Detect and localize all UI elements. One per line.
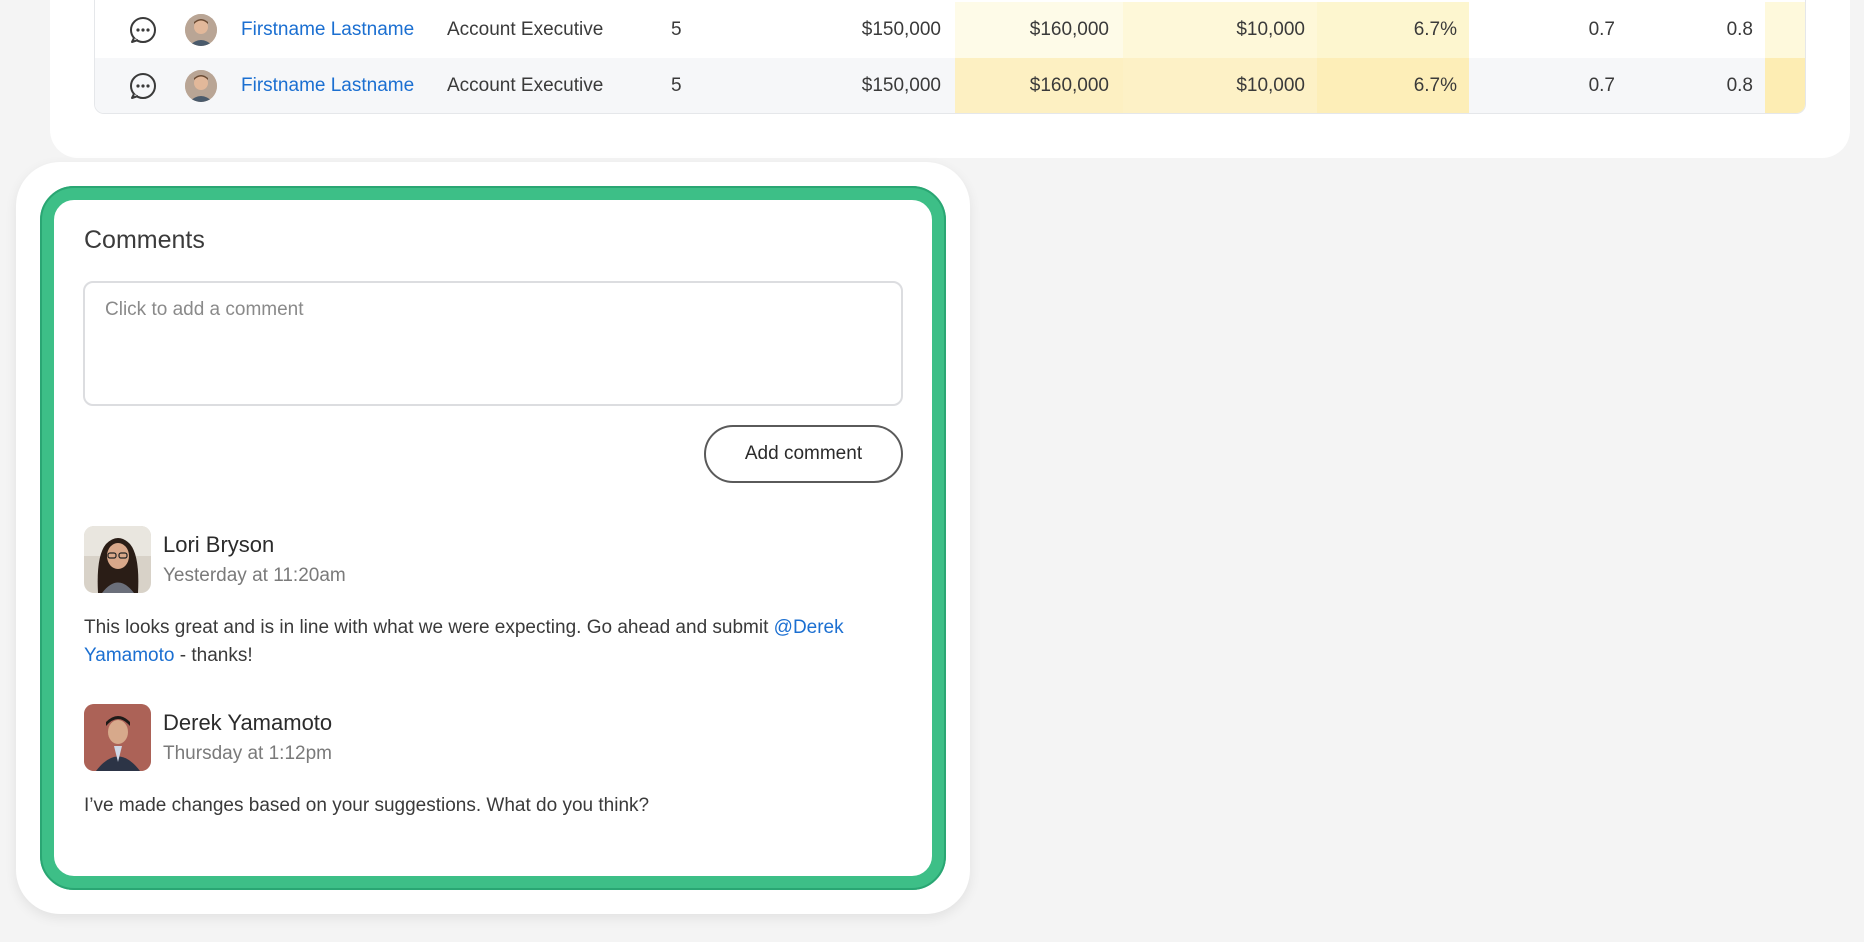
percent-change: 6.7% xyxy=(1413,75,1457,96)
level: 5 xyxy=(671,19,682,40)
avatar xyxy=(185,14,217,46)
comment-text: This looks great and is in line with wha… xyxy=(84,614,894,670)
ratio-2: 0.8 xyxy=(1726,75,1753,96)
level: 5 xyxy=(671,75,682,96)
comment-timestamp: Yesterday at 11:20am xyxy=(163,565,346,586)
add-comment-button[interactable]: Add comment xyxy=(704,425,903,483)
comment-bubble-icon[interactable] xyxy=(129,16,157,44)
comment-text-part: This looks great and is in line with wha… xyxy=(84,617,774,638)
employee-name-link[interactable]: Firstname Lastname xyxy=(241,2,414,58)
salary-change: $10,000 xyxy=(1236,19,1305,40)
comment-author: Lori Bryson xyxy=(163,532,275,557)
employee-name-link[interactable]: Firstname Lastname xyxy=(241,58,414,113)
current-salary: $150,000 xyxy=(861,75,941,96)
ratio-1: 0.7 xyxy=(1588,19,1615,40)
mention-link[interactable]: @Derek xyxy=(774,617,844,638)
percent-change: 6.7% xyxy=(1413,19,1457,40)
comments-title: Comments xyxy=(84,226,205,254)
mention-link[interactable]: Yamamoto xyxy=(84,645,174,666)
table-row: Firstname Lastname Account Executive 5 $… xyxy=(95,58,1805,113)
avatar xyxy=(185,70,217,102)
comment-input-placeholder: Click to add a comment xyxy=(105,299,304,320)
avatar xyxy=(84,704,151,771)
proposed-salary: $160,000 xyxy=(1029,19,1109,40)
comment-author: Derek Yamamoto xyxy=(163,710,333,735)
compensation-table: Firstname Lastname Account Executive 5 $… xyxy=(94,0,1806,114)
salary-change: $10,000 xyxy=(1236,75,1305,96)
proposed-salary: $160,000 xyxy=(1029,75,1109,96)
job-title: Account Executive xyxy=(447,19,604,40)
comment-text: I’ve made changes based on your suggesti… xyxy=(84,795,650,816)
comment-bubble-icon[interactable] xyxy=(129,72,157,100)
avatar xyxy=(84,526,151,593)
comment-input[interactable]: Click to add a comment xyxy=(83,281,903,406)
comment-timestamp: Thursday at 1:12pm xyxy=(163,743,332,764)
table-row: Firstname Lastname Account Executive 5 $… xyxy=(95,2,1805,58)
current-salary: $150,000 xyxy=(861,19,941,40)
job-title: Account Executive xyxy=(447,75,604,96)
ratio-2: 0.8 xyxy=(1726,19,1753,40)
comment-text-part: - thanks! xyxy=(174,645,253,666)
ratio-1: 0.7 xyxy=(1588,75,1615,96)
